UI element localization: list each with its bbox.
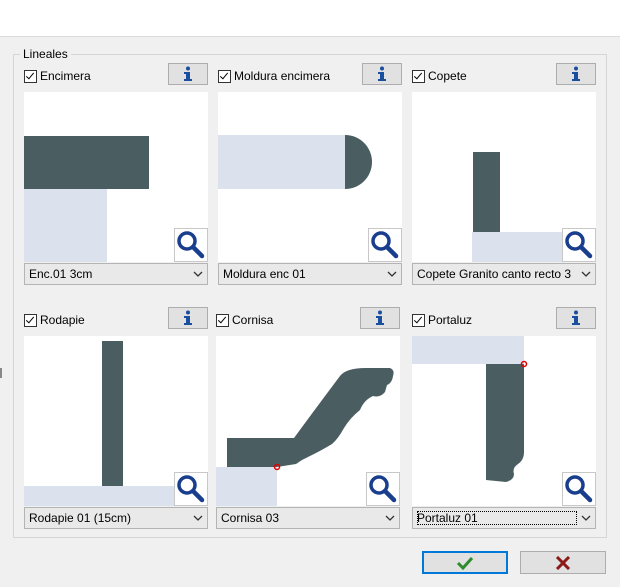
info-button[interactable] <box>556 63 596 85</box>
checkmark-icon <box>456 556 474 570</box>
copete-checkbox[interactable]: Copete <box>412 67 467 85</box>
portaluz-checkbox[interactable]: Portaluz <box>412 311 472 329</box>
profile-select[interactable]: Moldura enc 01 <box>218 263 402 285</box>
info-icon <box>376 310 384 325</box>
select-value: Moldura enc 01 <box>223 267 306 281</box>
magnifier-icon <box>369 475 397 503</box>
magnifier-icon <box>565 475 593 503</box>
chevron-down-icon[interactable] <box>383 264 401 284</box>
zoom-button[interactable] <box>562 472 596 506</box>
rodapie-checkbox[interactable]: Rodapie <box>24 311 85 329</box>
select-value: Enc.01 3cm <box>29 267 93 281</box>
magnifier-icon <box>371 231 399 259</box>
info-button[interactable] <box>556 307 596 329</box>
cancel-button[interactable] <box>520 551 606 574</box>
profile-preview <box>218 92 402 262</box>
select-value: Copete Granito canto recto 3 <box>417 267 572 281</box>
magnifier-icon <box>565 231 593 259</box>
moldura-encimera-checkbox[interactable]: Moldura encimera <box>218 67 330 85</box>
zoom-button[interactable] <box>368 228 402 262</box>
chevron-down-icon[interactable] <box>381 508 399 528</box>
magnifier-icon <box>177 231 205 259</box>
zoom-button[interactable] <box>174 228 208 262</box>
info-icon <box>184 310 192 325</box>
zoom-button[interactable] <box>174 472 208 506</box>
chevron-down-icon[interactable] <box>189 264 207 284</box>
checkbox-label: Copete <box>428 69 467 83</box>
encimera-checkbox[interactable]: Encimera <box>24 67 91 85</box>
checkbox-box[interactable] <box>24 69 37 83</box>
window-edge-mark <box>0 368 2 378</box>
checkbox-box[interactable] <box>24 313 37 327</box>
profile-select[interactable]: Cornisa 03 <box>216 507 400 529</box>
profile-preview <box>412 336 596 506</box>
info-button[interactable] <box>362 63 402 85</box>
info-icon <box>572 66 580 81</box>
info-button[interactable] <box>168 307 208 329</box>
cornisa-checkbox[interactable]: Cornisa <box>216 311 273 329</box>
profile-select[interactable]: Enc.01 3cm <box>24 263 208 285</box>
x-icon <box>555 555 571 570</box>
profile-preview <box>24 336 208 506</box>
checkbox-box[interactable] <box>218 69 231 83</box>
info-icon <box>184 66 192 81</box>
profile-select[interactable]: Portaluz 01 <box>412 507 596 529</box>
zoom-button[interactable] <box>366 472 400 506</box>
checkbox-box[interactable] <box>412 69 425 83</box>
checkbox-label: Portaluz <box>428 313 473 327</box>
ok-button[interactable] <box>422 551 508 574</box>
profile-select[interactable]: Copete Granito canto recto 3 <box>412 263 596 285</box>
checkbox-box[interactable] <box>412 313 425 327</box>
magnifier-icon <box>177 475 205 503</box>
select-value: Portaluz 01 <box>417 511 577 525</box>
group-legend: Lineales <box>20 47 71 61</box>
title-bar <box>0 0 620 37</box>
chevron-down-icon[interactable] <box>189 508 207 528</box>
checkbox-label: Moldura encimera <box>234 69 331 83</box>
select-value: Cornisa 03 <box>221 511 280 525</box>
info-button[interactable] <box>168 63 208 85</box>
profile-preview <box>24 92 208 262</box>
profile-select[interactable]: Rodapie 01 (15cm) <box>24 507 208 529</box>
chevron-down-icon[interactable] <box>577 264 595 284</box>
select-value: Rodapie 01 (15cm) <box>29 511 132 525</box>
checkbox-box[interactable] <box>216 313 229 327</box>
zoom-button[interactable] <box>562 228 596 262</box>
info-icon <box>572 310 580 325</box>
checkbox-label: Rodapie <box>40 313 85 327</box>
checkbox-label: Cornisa <box>232 313 274 327</box>
checkbox-label: Encimera <box>40 69 91 83</box>
chevron-down-icon[interactable] <box>577 508 595 528</box>
info-icon <box>378 66 386 81</box>
info-button[interactable] <box>360 307 400 329</box>
profile-preview <box>412 92 596 262</box>
profile-preview <box>216 336 400 506</box>
